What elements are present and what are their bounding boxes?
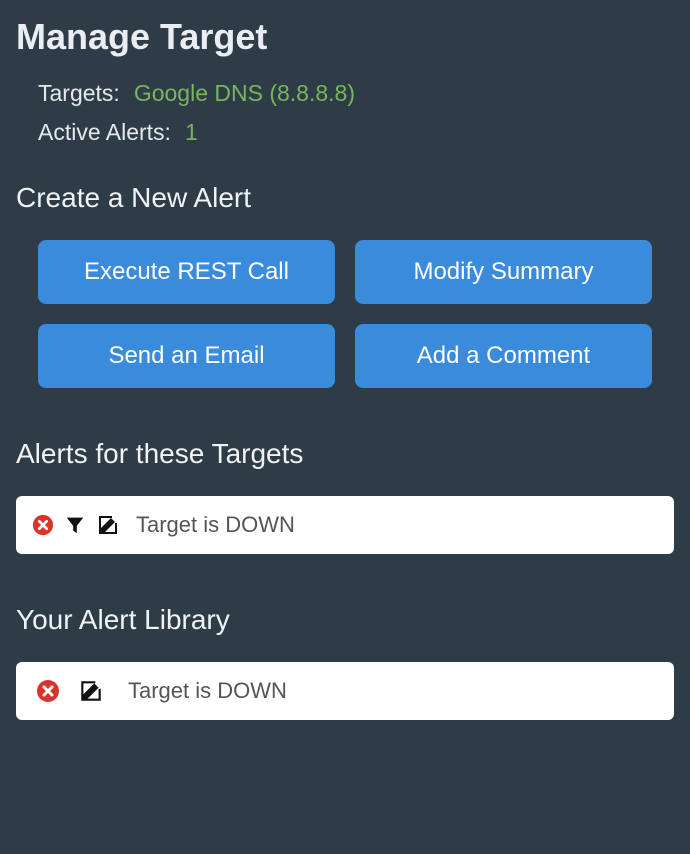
send-email-button[interactable]: Send an Email bbox=[38, 324, 335, 388]
page-title: Manage Target bbox=[16, 16, 674, 58]
targets-label: Targets: bbox=[38, 80, 120, 107]
modify-summary-button[interactable]: Modify Summary bbox=[355, 240, 652, 304]
add-comment-button[interactable]: Add a Comment bbox=[355, 324, 652, 388]
active-alerts-value[interactable]: 1 bbox=[185, 119, 198, 146]
target-meta-block: Targets: Google DNS (8.8.8.8) Active Ale… bbox=[16, 80, 674, 146]
edit-icon[interactable] bbox=[78, 678, 104, 704]
alert-library-title: Your Alert Library bbox=[16, 604, 674, 636]
alert-row[interactable]: Target is DOWN bbox=[16, 496, 674, 554]
edit-icon[interactable] bbox=[96, 513, 120, 537]
targets-row: Targets: Google DNS (8.8.8.8) bbox=[38, 80, 674, 107]
library-row[interactable]: Target is DOWN bbox=[16, 662, 674, 720]
create-alert-title: Create a New Alert bbox=[16, 182, 674, 214]
library-alert-label: Target is DOWN bbox=[128, 678, 287, 704]
active-alerts-label: Active Alerts: bbox=[38, 119, 171, 146]
create-alert-buttons: Execute REST Call Modify Summary Send an… bbox=[16, 240, 674, 388]
targets-value[interactable]: Google DNS (8.8.8.8) bbox=[134, 80, 355, 107]
alerts-for-targets-title: Alerts for these Targets bbox=[16, 438, 674, 470]
remove-icon[interactable] bbox=[36, 679, 60, 703]
active-alerts-row: Active Alerts: 1 bbox=[38, 119, 674, 146]
execute-rest-call-button[interactable]: Execute REST Call bbox=[38, 240, 335, 304]
filter-icon[interactable] bbox=[64, 514, 86, 536]
remove-icon[interactable] bbox=[32, 514, 54, 536]
alert-label: Target is DOWN bbox=[136, 512, 295, 538]
